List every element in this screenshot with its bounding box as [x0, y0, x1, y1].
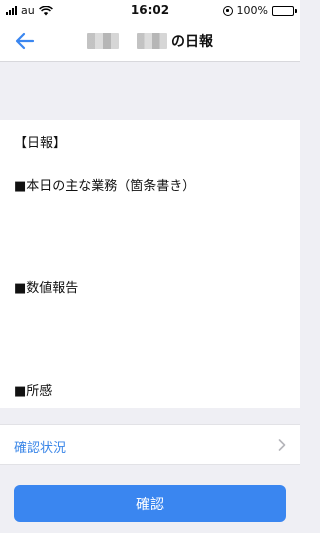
confirmation-status-row[interactable]: 確認状況 [0, 424, 300, 465]
status-right: 100% [222, 4, 297, 17]
redacted-name-block [87, 33, 119, 49]
nav-bar: の日報 [0, 20, 300, 62]
report-heading: 【日報】 [14, 136, 67, 151]
section-impressions: ■所感 [14, 384, 53, 399]
redacted-name-block [137, 33, 167, 49]
page-title: の日報 [171, 34, 213, 50]
confirm-button[interactable]: 確認 [14, 485, 286, 522]
rotation-lock-icon [222, 5, 233, 16]
status-bar: au 16:02 100% [0, 0, 300, 20]
section-daily-tasks: ■本日の主な業務（箇条書き） [14, 179, 196, 194]
chevron-right-icon [278, 439, 286, 451]
battery-percent: 100% [236, 4, 268, 17]
battery-icon [272, 5, 297, 16]
confirmation-status-label: 確認状況 [14, 441, 67, 456]
section-numeric-report: ■数値報告 [14, 281, 79, 296]
report-content: 【日報】 ■本日の主な業務（箇条書き） ■数値報告 ■所感 [0, 120, 300, 408]
nav-title-wrap: の日報 [0, 31, 300, 51]
